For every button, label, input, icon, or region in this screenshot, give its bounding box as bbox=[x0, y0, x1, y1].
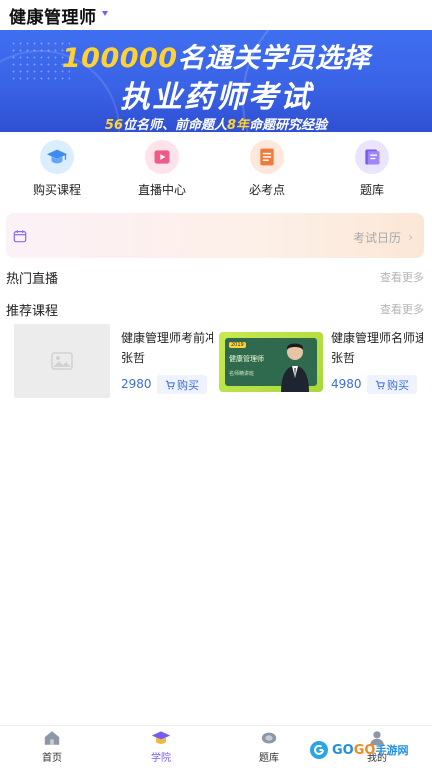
thumbnail-title: 健康管理师 bbox=[229, 355, 264, 363]
tab-label: 题库 bbox=[259, 753, 279, 764]
buy-label: 购买 bbox=[387, 378, 409, 392]
cart-icon bbox=[165, 380, 175, 389]
thumbnail-subtitle: 名师精讲班 bbox=[229, 371, 255, 377]
section-title: 热门直播 bbox=[6, 272, 59, 287]
tab-question-bank[interactable]: 题库 bbox=[229, 729, 309, 764]
document-icon bbox=[250, 140, 284, 174]
chevron-down-icon[interactable] bbox=[101, 10, 108, 16]
course-thumbnail-placeholder bbox=[14, 324, 110, 398]
category-label: 直播中心 bbox=[137, 183, 186, 197]
watermark-logo-icon bbox=[310, 741, 328, 759]
course-teacher: 张哲 bbox=[331, 351, 356, 365]
section-recommended: 推荐课程 查看更多 bbox=[6, 300, 426, 319]
category-question-bank[interactable]: 题库 bbox=[327, 140, 417, 198]
banner-subtitle: 56位名师、前命题人8年命题研究经验 bbox=[0, 114, 432, 132]
banner-number: 100000 bbox=[61, 43, 178, 74]
home-icon bbox=[44, 731, 60, 745]
category-live-center[interactable]: 直播中心 bbox=[117, 140, 207, 198]
category-shortcuts: 购买课程 直播中心 必考点 题库 bbox=[0, 140, 432, 204]
banner-sub-text: 位名师、前命题人 bbox=[123, 118, 228, 132]
course-price: 4980 bbox=[331, 377, 362, 391]
course-card[interactable]: 2019 健康管理师 名师精讲班 健康管理师名师速成 张哲 4980 购买 bbox=[219, 324, 429, 400]
chevron-right-icon: › bbox=[408, 230, 413, 244]
cart-icon bbox=[375, 380, 385, 389]
banner-sub-text-2: 命题研究经验 bbox=[249, 118, 328, 132]
exam-calendar-label: 考试日历 bbox=[352, 231, 401, 245]
buy-button[interactable]: 购买 bbox=[157, 375, 207, 394]
graduation-cap-icon bbox=[151, 731, 171, 744]
tab-label: 首页 bbox=[42, 753, 62, 764]
calendar-icon bbox=[13, 228, 27, 247]
category-buy-course[interactable]: 购买课程 bbox=[12, 140, 102, 198]
category-label: 必考点 bbox=[248, 183, 285, 197]
section-title: 推荐课程 bbox=[6, 304, 59, 319]
exam-calendar-bar[interactable]: 考试日历 › bbox=[6, 213, 424, 258]
teacher-photo bbox=[281, 343, 309, 392]
watermark-brand-b: GO bbox=[353, 743, 376, 758]
banner-sub-years: 8年 bbox=[227, 118, 250, 132]
course-card[interactable]: 健康管理师考前冲刺 张哲 2980 购买 bbox=[14, 324, 214, 400]
course-price: 2980 bbox=[121, 377, 152, 391]
graduation-cap-icon bbox=[40, 140, 74, 174]
banner-title: 执业药师考试 bbox=[120, 80, 312, 115]
image-placeholder-icon bbox=[51, 352, 73, 370]
watermark-text: GOGO手游网 bbox=[332, 742, 408, 758]
course-title: 健康管理师考前冲刺 bbox=[121, 331, 213, 345]
buy-label: 购买 bbox=[177, 378, 199, 392]
banner-sub-number: 56 bbox=[104, 118, 123, 132]
course-title: 健康管理师名师速成 bbox=[331, 331, 423, 345]
page-title[interactable]: 健康管理师 bbox=[9, 3, 97, 28]
watermark-brand-a: GO bbox=[332, 743, 354, 758]
course-thumbnail: 2019 健康管理师 名师精讲班 bbox=[219, 332, 323, 392]
book-icon bbox=[355, 140, 389, 174]
category-label: 购买课程 bbox=[32, 183, 81, 197]
category-label: 题库 bbox=[359, 183, 384, 197]
question-bank-icon bbox=[261, 732, 277, 744]
tab-label: 学院 bbox=[151, 753, 171, 764]
play-icon bbox=[145, 140, 179, 174]
promo-banner[interactable]: 100000名通关学员选择 执业药师考试 56位名师、前命题人8年命题研究经验 bbox=[0, 30, 432, 132]
course-teacher: 张哲 bbox=[121, 351, 146, 365]
view-more-link[interactable]: 查看更多 bbox=[380, 269, 424, 285]
buy-button[interactable]: 购买 bbox=[367, 375, 417, 394]
app-header: 健康管理师 bbox=[0, 0, 432, 30]
tab-academy[interactable]: 学院 bbox=[121, 729, 201, 764]
site-watermark: GOGO手游网 bbox=[310, 736, 430, 764]
banner-headline-text: 名通关学员选择 bbox=[177, 43, 371, 74]
banner-headline: 100000名通关学员选择 bbox=[0, 36, 432, 75]
section-hot-live: 热门直播 查看更多 bbox=[6, 268, 426, 287]
tab-home[interactable]: 首页 bbox=[12, 729, 92, 764]
watermark-suffix: 手游网 bbox=[375, 744, 409, 757]
thumbnail-badge: 2019 bbox=[229, 342, 246, 348]
category-key-points[interactable]: 必考点 bbox=[222, 140, 312, 198]
view-more-link[interactable]: 查看更多 bbox=[380, 301, 424, 317]
